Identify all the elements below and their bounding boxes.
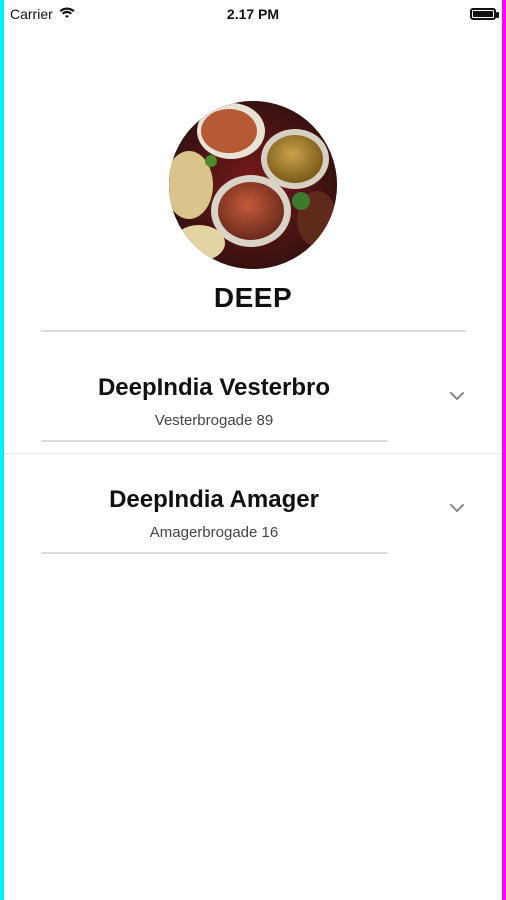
- status-bar: Carrier 2.17 PM: [4, 0, 502, 28]
- location-divider: [4, 453, 502, 454]
- restaurant-title: DEEP: [213, 282, 293, 313]
- location-name: DeepIndia Vesterbro: [97, 374, 331, 401]
- food-dishes-photo: [169, 101, 337, 269]
- location-address: Amagerbrogade 16: [149, 524, 279, 541]
- location-underline: [41, 552, 388, 554]
- location-underline: [41, 440, 388, 442]
- restaurant-avatar: [169, 101, 337, 269]
- location-name: DeepIndia Amager: [109, 486, 319, 513]
- right-edge-bar: [502, 0, 506, 900]
- title-divider: [41, 330, 466, 332]
- battery-icon: [470, 8, 499, 20]
- chevron-down-icon[interactable]: [448, 499, 466, 517]
- location-item[interactable]: DeepIndia Amager Amagerbrogade 16: [4, 482, 502, 582]
- status-time: 2.17 PM: [226, 6, 280, 22]
- location-address: Vesterbrogade 89: [154, 412, 274, 429]
- chevron-down-icon[interactable]: [448, 387, 466, 405]
- location-item[interactable]: DeepIndia Vesterbro Vesterbrogade 89: [4, 370, 502, 470]
